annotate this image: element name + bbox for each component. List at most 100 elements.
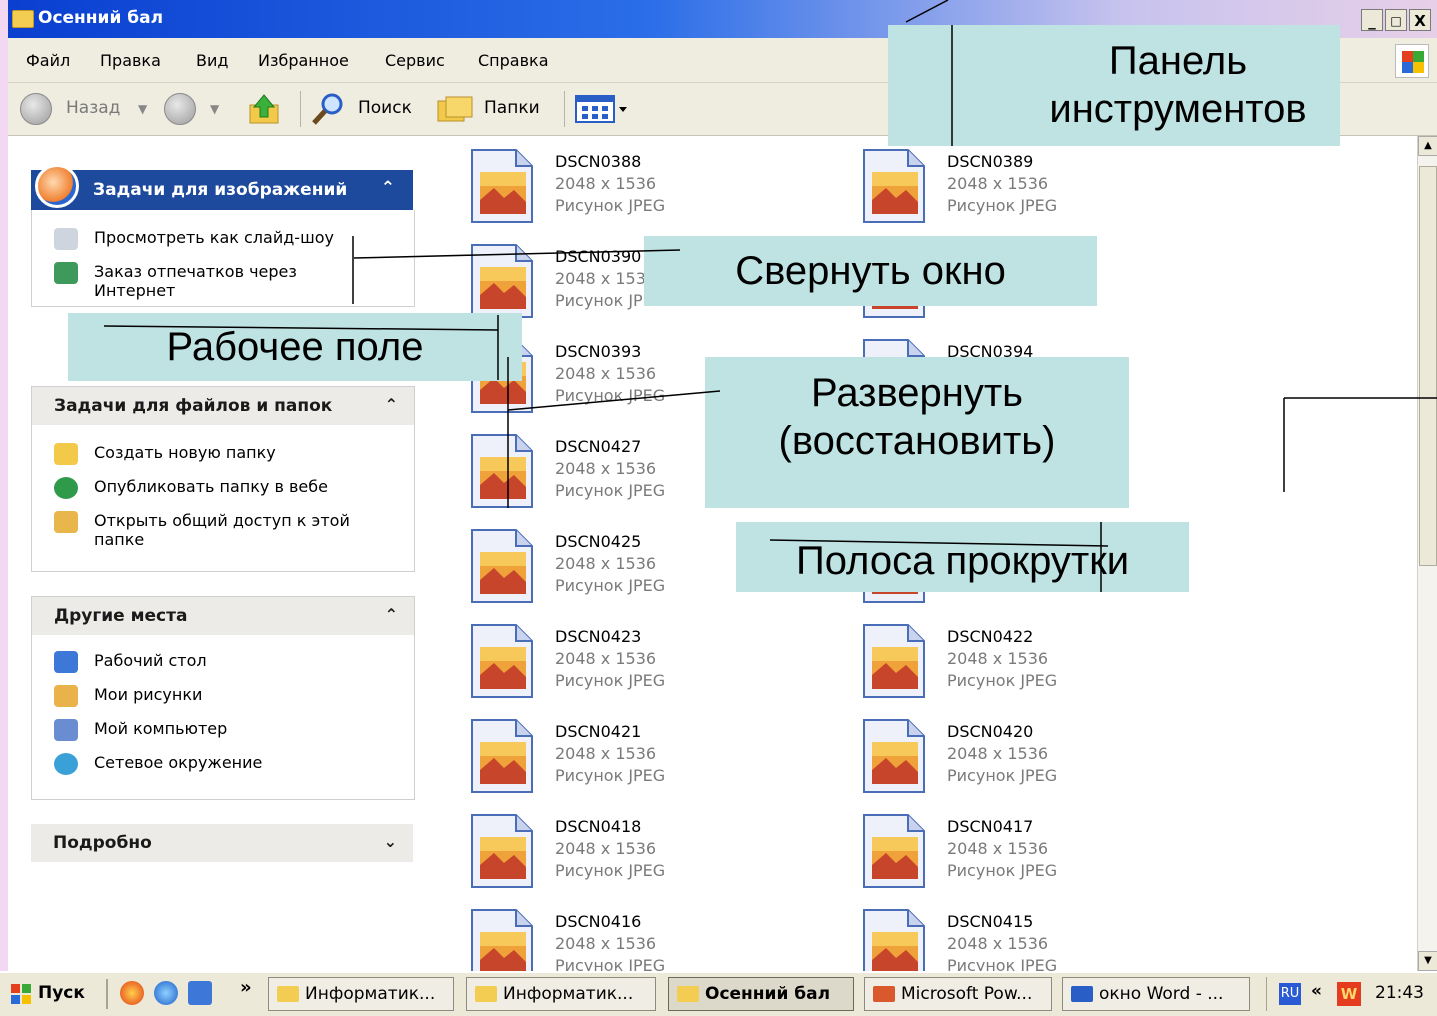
quick-launch-ie-icon[interactable] <box>154 981 178 1005</box>
file-name: DSCN0390 <box>555 247 642 266</box>
task-button-word[interactable]: окно Word - ... <box>1062 977 1250 1011</box>
file-item[interactable]: DSCN0417 2048 x 1536 Рисунок JPEG <box>852 805 1212 888</box>
image-tasks-header[interactable]: Задачи для изображений ⌃ <box>31 164 413 210</box>
forward-button[interactable]: ▼ <box>164 93 234 125</box>
place-desktop[interactable]: Рабочий стол <box>32 651 414 675</box>
task-label: Осенний бал <box>705 984 831 1004</box>
file-name: DSCN0421 <box>555 722 642 741</box>
menu-favorites[interactable]: Избранное <box>258 51 349 70</box>
menu-edit[interactable]: Правка <box>100 51 161 70</box>
collapse-chevron-icon[interactable]: ⌃ <box>385 605 398 624</box>
file-name: DSCN0422 <box>947 627 1034 646</box>
folder-icon <box>12 10 34 28</box>
forward-dropdown-icon: ▼ <box>210 102 220 116</box>
menu-view[interactable]: Вид <box>196 51 228 70</box>
share-folder-task[interactable]: Открыть общий доступ к этой папке <box>32 511 354 549</box>
annotation-maximize-line2: (восстановить) <box>778 419 1056 463</box>
show-hidden-icons-button[interactable]: « <box>1311 981 1322 1001</box>
scroll-up-button[interactable]: ▲ <box>1418 136 1437 156</box>
collapse-chevron-icon[interactable]: ⌃ <box>385 395 398 414</box>
file-name: DSCN0423 <box>555 627 642 646</box>
folders-button[interactable]: Папки <box>436 93 556 125</box>
details-panel: Подробно ⌄ <box>31 824 413 864</box>
clock[interactable]: 21:43 <box>1375 983 1424 1003</box>
file-dimensions: 2048 x 1536 <box>947 744 1049 763</box>
publish-web-task-label: Опубликовать папку в вебе <box>94 477 328 496</box>
place-network-label: Сетевое окружение <box>94 753 263 772</box>
scroll-down-button[interactable]: ▼ <box>1418 951 1437 971</box>
file-dimensions: 2048 x 1536 <box>555 934 657 953</box>
task-button-informatik-2[interactable]: Информатик... <box>466 977 656 1011</box>
up-folder-button[interactable] <box>248 93 288 125</box>
language-indicator[interactable]: RU <box>1279 983 1301 1005</box>
place-my-computer[interactable]: Мой компьютер <box>32 719 414 743</box>
tray-app-icon[interactable]: W <box>1337 982 1361 1006</box>
image-tasks-panel: Просмотреть как слайд-шоу Заказ отпечатк… <box>31 210 415 307</box>
search-button[interactable]: Поиск <box>310 93 422 125</box>
file-item[interactable]: DSCN0415 2048 x 1536 Рисунок JPEG <box>852 900 1212 983</box>
scroll-thumb[interactable] <box>1419 166 1437 566</box>
file-item[interactable]: DSCN0420 2048 x 1536 Рисунок JPEG <box>852 710 1212 793</box>
other-places-header[interactable]: Другие места ⌃ <box>32 597 414 635</box>
minimize-button[interactable]: _ <box>1361 9 1383 31</box>
folders-icon <box>437 96 473 122</box>
jpeg-file-icon <box>471 529 533 603</box>
task-pane: Задачи для изображений ⌃ Просмотреть как… <box>8 136 438 971</box>
jpeg-file-icon <box>471 244 533 318</box>
annotation-scrollbar: Полоса прокрутки <box>736 522 1189 592</box>
file-dimensions: 2048 x 1536 <box>555 364 657 383</box>
task-button-osenniy-bal[interactable]: Осенний бал <box>668 977 854 1011</box>
file-type: Рисунок JPEG <box>947 671 1058 690</box>
place-network[interactable]: Сетевое окружение <box>32 753 414 777</box>
folder-icon <box>475 986 497 1002</box>
task-button-powerpoint[interactable]: Microsoft Pow... <box>864 977 1052 1011</box>
window-title: Осенний бал <box>38 8 164 28</box>
vertical-scrollbar[interactable]: ▲ ▼ <box>1417 136 1437 971</box>
collapse-chevron-icon[interactable]: ⌃ <box>381 178 395 198</box>
menu-file[interactable]: Файл <box>26 51 70 70</box>
details-header[interactable]: Подробно ⌄ <box>31 824 413 862</box>
menu-tools[interactable]: Сервис <box>385 51 445 70</box>
place-my-pictures[interactable]: Мои рисунки <box>32 685 414 709</box>
quick-launch-desktop-icon[interactable] <box>188 981 212 1005</box>
expand-chevron-icon[interactable]: ⌄ <box>384 832 397 851</box>
place-my-computer-label: Мой компьютер <box>94 719 228 738</box>
back-button[interactable]: Назад ▼ <box>20 93 150 125</box>
file-dimensions: 2048 x 1536 <box>555 554 657 573</box>
order-prints-icon <box>54 262 78 284</box>
folder-icon <box>277 986 299 1002</box>
file-dimensions: 2048 x 1536 <box>555 744 657 763</box>
order-prints-task[interactable]: Заказ отпечатков через Интернет <box>32 262 334 300</box>
task-button-informatik-1[interactable]: Информатик... <box>268 977 454 1011</box>
file-dimensions: 2048 x 1536 <box>555 649 657 668</box>
desktop-icon <box>54 651 78 673</box>
file-type: Рисунок JP <box>555 291 643 310</box>
slideshow-task[interactable]: Просмотреть как слайд-шоу <box>32 228 414 252</box>
file-tasks-title: Задачи для файлов и папок <box>54 396 333 416</box>
publish-web-task[interactable]: Опубликовать папку в вебе <box>32 477 414 501</box>
file-item[interactable]: DSCN0389 2048 x 1536 Рисунок JPEG <box>852 140 1212 223</box>
new-folder-task-label: Создать новую папку <box>94 443 276 462</box>
folder-icon <box>677 986 699 1002</box>
file-item[interactable]: DSCN0388 2048 x 1536 Рисунок JPEG <box>460 140 820 223</box>
file-item[interactable]: DSCN0421 2048 x 1536 Рисунок JPEG <box>460 710 820 793</box>
file-item[interactable]: DSCN0422 2048 x 1536 Рисунок JPEG <box>852 615 1212 698</box>
file-name: DSCN0415 <box>947 912 1034 931</box>
quick-launch-browser-icon[interactable] <box>120 981 144 1005</box>
views-button[interactable] <box>574 93 634 125</box>
new-folder-task[interactable]: Создать новую папку <box>32 443 414 467</box>
system-tray: RU « W 21:43 <box>1266 977 1437 1011</box>
file-name: DSCN0420 <box>947 722 1034 741</box>
file-item[interactable]: DSCN0418 2048 x 1536 Рисунок JPEG <box>460 805 820 888</box>
close-button[interactable]: X <box>1409 9 1431 31</box>
maximize-button[interactable]: □ <box>1385 9 1407 31</box>
file-item[interactable]: DSCN0416 2048 x 1536 Рисунок JPEG <box>460 900 820 983</box>
jpeg-file-icon <box>471 814 533 888</box>
search-icon <box>312 93 343 125</box>
menu-help[interactable]: Справка <box>478 51 549 70</box>
annotation-toolbar: Панель инструментов <box>888 25 1340 146</box>
file-tasks-header[interactable]: Задачи для файлов и папок ⌃ <box>32 387 414 425</box>
folders-label: Папки <box>484 98 540 118</box>
file-item[interactable]: DSCN0423 2048 x 1536 Рисунок JPEG <box>460 615 820 698</box>
quick-launch-more[interactable]: » <box>240 977 252 998</box>
